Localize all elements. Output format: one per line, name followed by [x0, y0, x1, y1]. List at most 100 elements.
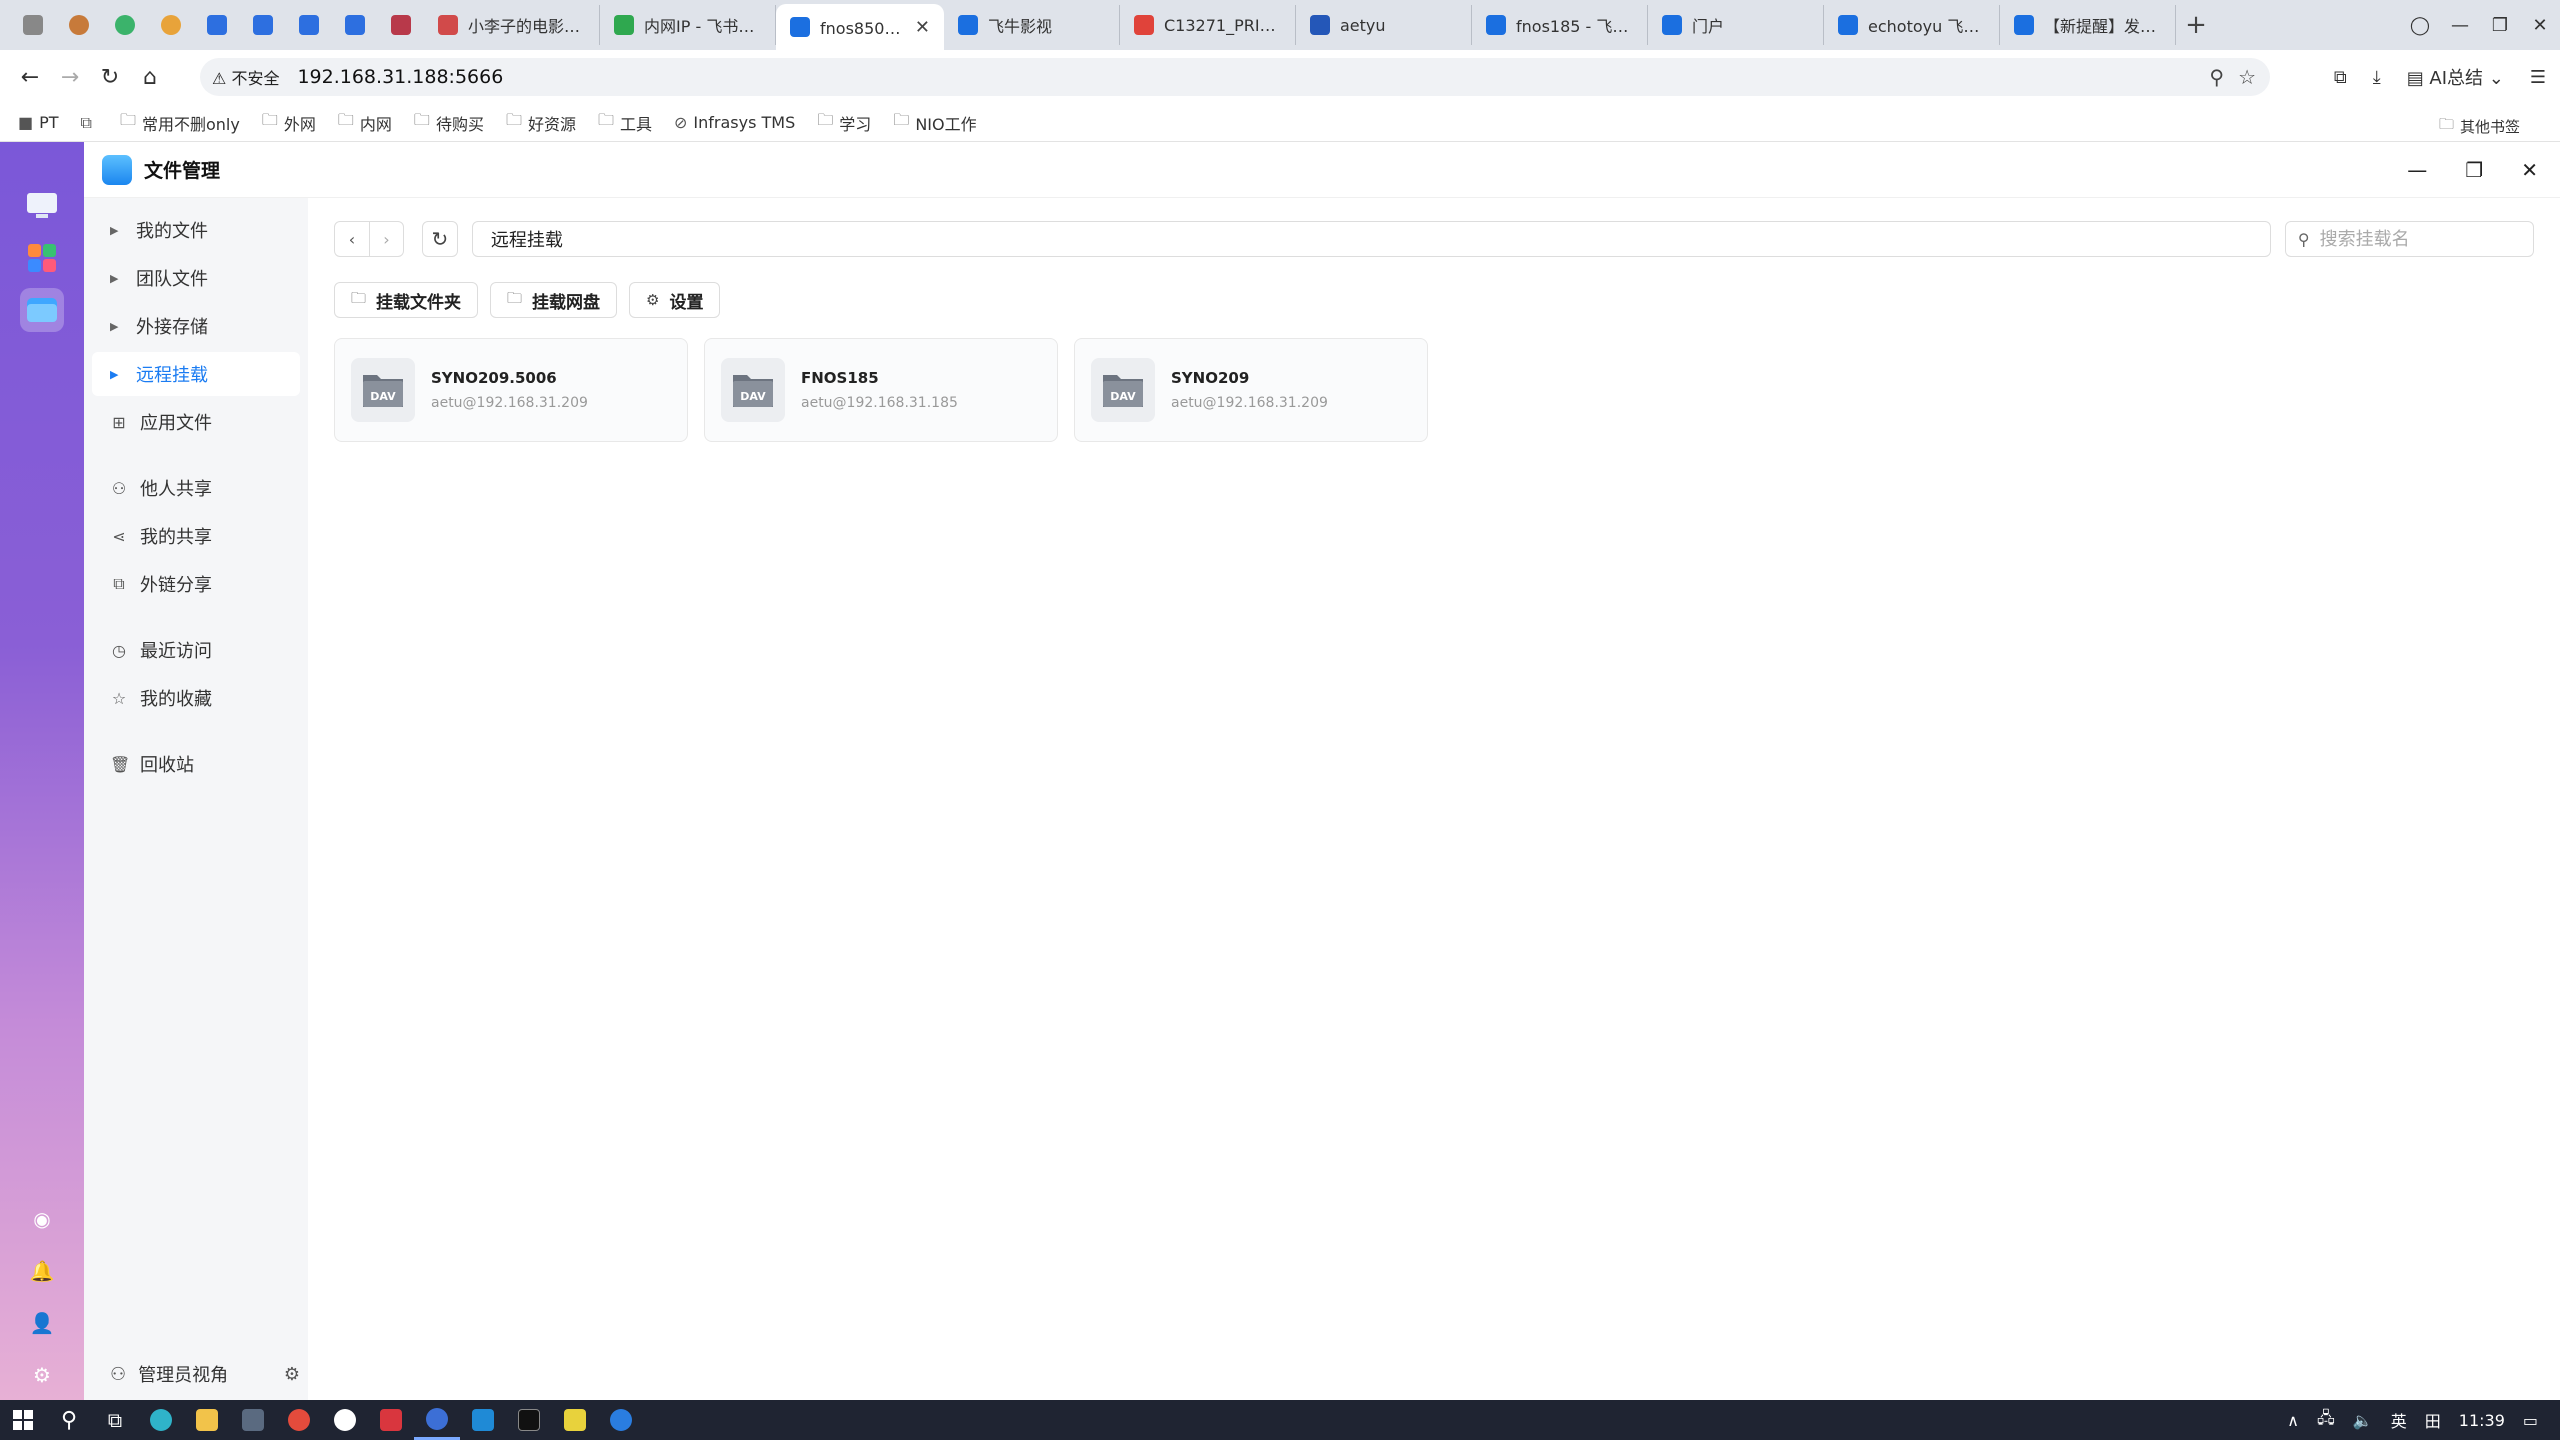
pinned-tab[interactable] — [378, 5, 424, 45]
forward-icon[interactable]: → — [50, 65, 90, 90]
bookmark-pt[interactable]: ■ PT — [18, 113, 59, 132]
github-icon[interactable] — [322, 1400, 368, 1440]
task-view-icon[interactable]: ⧉ — [92, 1400, 138, 1440]
bookmark-folder[interactable]: 🗀 学习 — [817, 109, 871, 136]
network-icon[interactable]: 🖧 — [2317, 1407, 2335, 1434]
pinned-tab[interactable] — [286, 5, 332, 45]
address-bar[interactable]: ⚠ 不安全 192.168.31.188:5666 ⚲ ☆ — [200, 58, 2270, 96]
browser-tab[interactable]: 【新提醒】发表帖 — [2000, 5, 2176, 45]
browser-tab[interactable]: aetyu — [1296, 5, 1472, 45]
restore-icon[interactable]: ❐ — [2480, 15, 2520, 36]
refresh-button[interactable]: ↻ — [422, 221, 458, 257]
volume-icon[interactable]: 🔈 — [2353, 1411, 2373, 1430]
browser-tab[interactable]: fnos185 - 飞牛 fr — [1472, 5, 1648, 45]
browser-tab[interactable]: echotoyu 飞牛私 — [1824, 5, 2000, 45]
close-icon[interactable]: ✕ — [2520, 15, 2560, 36]
extensions-icon[interactable]: ⧉ — [2334, 67, 2347, 88]
browser-tab[interactable]: 飞牛影视 — [944, 5, 1120, 45]
file-explorer-icon[interactable] — [184, 1400, 230, 1440]
sidebar-item-link-shares[interactable]: ⧉ 外链分享 — [92, 562, 300, 606]
pinned-tab[interactable] — [102, 5, 148, 45]
menu-icon[interactable]: ☰ — [2530, 67, 2546, 88]
app-icon[interactable] — [598, 1400, 644, 1440]
browser-tab[interactable]: 小李子的电影佳作 — [424, 5, 600, 45]
bookmark-folder[interactable]: 🗀 工具 — [598, 109, 652, 136]
forward-button[interactable]: › — [369, 222, 403, 256]
close-icon[interactable]: ✕ — [2521, 158, 2538, 182]
user-icon[interactable]: 👤 — [27, 1308, 57, 1338]
search-icon[interactable]: ⚲ — [46, 1400, 92, 1440]
admin-view-toggle[interactable]: ⚇ 管理员视角 ⚙ — [92, 1354, 300, 1394]
bookmark-star-icon[interactable]: ☆ — [2238, 65, 2256, 89]
terminal-icon[interactable] — [506, 1400, 552, 1440]
location-icon[interactable]: ⚲ — [2209, 65, 2224, 89]
tab-close-icon[interactable]: ✕ — [907, 17, 930, 38]
dock-file-manager[interactable] — [20, 288, 64, 332]
browser-taskbar-icon[interactable] — [414, 1400, 460, 1440]
edge-icon[interactable] — [138, 1400, 184, 1440]
sidebar-item-team-files[interactable]: ▶ 团队文件 — [92, 256, 300, 300]
app-icon[interactable] — [230, 1400, 276, 1440]
app-icon[interactable] — [460, 1400, 506, 1440]
mount-folder-button[interactable]: 🗀 挂载文件夹 — [334, 282, 479, 318]
sidebar-item-favorites[interactable]: ☆ 我的收藏 — [92, 676, 300, 720]
settings-gear-icon[interactable]: ⚙ — [284, 1364, 300, 1385]
settings-gear-icon[interactable]: ⚙ — [27, 1360, 57, 1390]
bookmark-link[interactable]: ⊘ Infrasys TMS — [674, 113, 795, 132]
tray-chevron-icon[interactable]: ∧ — [2287, 1411, 2299, 1430]
sidebar-item-shared-with-me[interactable]: ⚇ 他人共享 — [92, 466, 300, 510]
security-indicator[interactable]: ⚠ 不安全 — [212, 65, 279, 89]
home-icon[interactable]: ⌂ — [130, 65, 170, 90]
ime-indicator[interactable]: 英 — [2391, 1408, 2407, 1432]
clock-time[interactable]: 11:39 — [2459, 1411, 2505, 1430]
minimize-icon[interactable]: — — [2407, 158, 2427, 182]
sidebar-item-my-shares[interactable]: ⋖ 我的共享 — [92, 514, 300, 558]
reload-icon[interactable]: ↻ — [90, 65, 130, 90]
bookmark-folder[interactable]: 🗀 常用不删only — [120, 109, 240, 136]
download-icon[interactable]: ⤓ — [2373, 67, 2381, 88]
pinned-tab[interactable] — [56, 5, 102, 45]
profile-icon[interactable]: ◯ — [2400, 15, 2440, 36]
maximize-icon[interactable]: ❐ — [2465, 158, 2483, 182]
pinned-tab[interactable] — [10, 5, 56, 45]
settings-button[interactable]: ⚙ 设置 — [629, 282, 721, 318]
minimize-icon[interactable]: — — [2440, 15, 2480, 36]
other-bookmarks[interactable]: 🗀 其他书签 — [2439, 114, 2520, 139]
back-icon[interactable]: ← — [10, 65, 50, 90]
back-button[interactable]: ‹ — [335, 222, 369, 256]
browser-tab-active[interactable]: fnos8500 - 飞✕ — [776, 4, 944, 50]
pinned-tab[interactable] — [240, 5, 286, 45]
keyboard-layout-icon[interactable]: 田 — [2425, 1408, 2441, 1432]
search-input[interactable] — [2319, 228, 2510, 250]
notification-icon[interactable]: ▭ — [2523, 1411, 2538, 1430]
sidebar-item-external-storage[interactable]: ▶ 外接存储 — [92, 304, 300, 348]
sidebar-item-recent[interactable]: ◷ 最近访问 — [92, 628, 300, 672]
dock-desktop-app[interactable] — [20, 184, 64, 228]
new-tab-button[interactable]: + — [2176, 10, 2216, 40]
app-64-icon[interactable] — [368, 1400, 414, 1440]
ai-summary-button[interactable]: ▤ AI总结 ⌄ — [2407, 64, 2504, 90]
mount-card[interactable]: DAV SYNO209.5006 aetu@192.168.31.209 — [334, 338, 688, 442]
browser-tab[interactable]: C13271_PRIME_2 — [1120, 5, 1296, 45]
mount-netdisk-button[interactable]: 🗀 挂载网盘 — [490, 282, 618, 318]
start-button[interactable] — [0, 1400, 46, 1440]
bookmark-folder[interactable]: 🗀 待购买 — [414, 109, 484, 136]
mount-card[interactable]: DAV FNOS185 aetu@192.168.31.185 — [704, 338, 1058, 442]
chrome-icon[interactable] — [276, 1400, 322, 1440]
browser-tab[interactable]: 内网IP - 飞书云文 — [600, 5, 776, 45]
sidebar-item-my-files[interactable]: ▶ 我的文件 — [92, 208, 300, 252]
mount-card[interactable]: DAV SYNO209 aetu@192.168.31.209 — [1074, 338, 1428, 442]
bookmark-folder[interactable]: 🗀 内网 — [338, 109, 392, 136]
pinned-tab[interactable] — [148, 5, 194, 45]
sync-icon[interactable]: ◉ — [27, 1204, 57, 1234]
pinned-tab[interactable] — [194, 5, 240, 45]
bookmark-folder[interactable]: 🗀 外网 — [262, 109, 316, 136]
app-icon[interactable] — [552, 1400, 598, 1440]
pinned-tab[interactable] — [332, 5, 378, 45]
sidebar-item-recycle-bin[interactable]: 🗑 回收站 — [92, 742, 300, 786]
sidebar-item-app-files[interactable]: ⊞ 应用文件 — [92, 400, 300, 444]
dock-app-center[interactable] — [20, 236, 64, 280]
browser-tab[interactable]: 门户 — [1648, 5, 1824, 45]
bell-icon[interactable]: 🔔 — [27, 1256, 57, 1286]
bookmark-copy[interactable]: ⧉ — [81, 113, 98, 133]
